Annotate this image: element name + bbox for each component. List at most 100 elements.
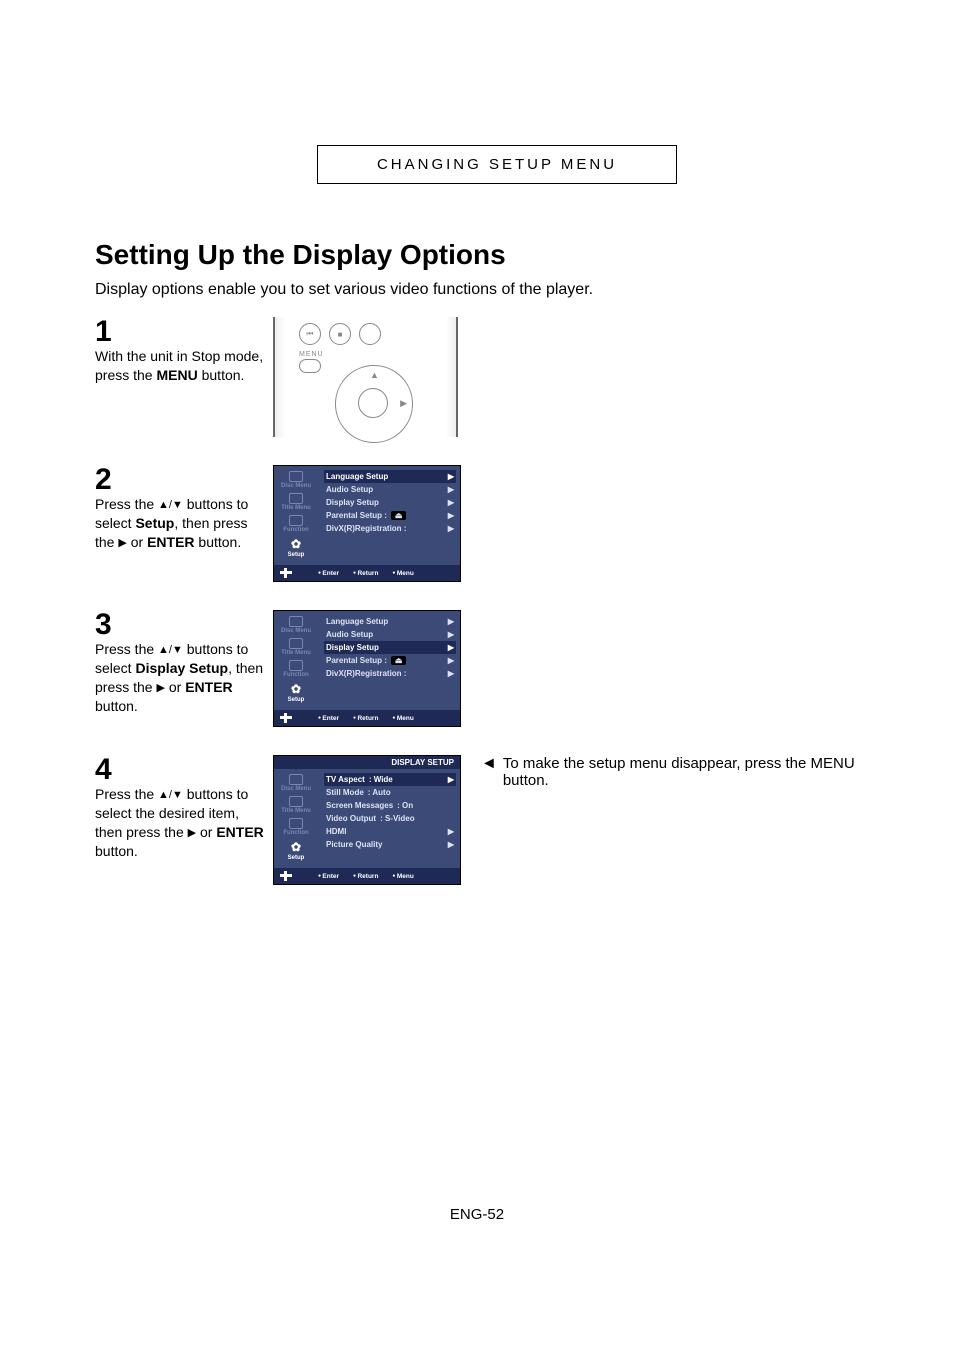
remote-stop-icon: ■ [329,323,351,345]
remote-next-icon [359,323,381,345]
caret-icon: ▶ [448,524,454,533]
side-title-menu: Title Menu [274,637,318,659]
side-setup-label: Setup [288,697,305,703]
intro-text: Display options enable you to set variou… [95,281,899,299]
osd-screen-4: DISPLAY SETUP Disc Menu Title Menu Funct… [273,755,461,885]
dpad-up-icon: ▲ [370,370,379,380]
step-1-text: With the unit in Stop mode, press the ME… [95,347,265,385]
l: Parental Setup : [326,656,387,665]
side-function: Function [274,514,318,536]
side-function: Function [274,659,318,681]
footer-enter: Enter [318,715,339,722]
row-video-output: Video Output: S-Video [324,812,456,825]
osd-list: Language Setup▶ Audio Setup▶ Display Set… [318,466,460,565]
title-icon [289,493,303,504]
side-disc-menu: Disc Menu [274,773,318,795]
row-audio-setup: Audio Setup▶ [324,628,456,641]
side-disc-menu: Disc Menu [274,615,318,637]
footer-menu: Menu [392,715,413,722]
footer-enter: Enter [318,570,339,577]
side-func-label: Function [283,672,308,678]
side-setup-label: Setup [288,552,305,558]
remote-illustration: ⏮ ■ MENU ▲ ▶ [273,317,458,437]
caret-icon: ▶ [448,511,454,520]
chapter-header: CHANGING SETUP MENU [317,145,677,184]
l: TV Aspect [326,775,365,784]
l: DivX(R)Registration : [326,524,406,533]
t: or [165,679,185,695]
function-icon [289,515,303,526]
footer-return: Return [353,570,378,577]
osd-sidebar: Disc Menu Title Menu Function ✿Setup [274,769,318,868]
caret-icon: ▶ [448,498,454,507]
footer-return: Return [353,873,378,880]
row-tv-aspect: TV Aspect : Wide ▶ [324,773,456,786]
step-3: 3 Press the ▲/▼ buttons to select Displa… [95,610,899,727]
up-glyph-icon: ▲ [158,788,169,803]
caret-icon: ▶ [448,472,454,481]
side-setup-label: Setup [288,855,305,861]
up-glyph-icon: ▲ [158,498,169,513]
osd-list: Language Setup▶ Audio Setup▶ Display Set… [318,611,460,710]
t: Press the [95,496,158,512]
footer-return: Return [353,715,378,722]
l: Parental Setup : [326,511,387,520]
v: : Wide [369,775,393,784]
side-setup: ✿Setup [274,681,318,706]
b: Setup [135,515,174,531]
gear-icon: ✿ [289,537,303,551]
b: ENTER [216,824,263,840]
row-divx-reg: DivX(R)Registration : ▶ [324,522,456,535]
v: : Auto [368,788,391,797]
caret-icon: ▶ [448,643,454,652]
t: button. [95,843,138,859]
osd-footer: Enter Return Menu [274,565,460,581]
note-text: To make the setup menu disappear, press … [503,755,899,789]
l: Picture Quality [326,840,382,849]
side-func-label: Function [283,830,308,836]
l: Audio Setup [326,630,373,639]
gear-icon: ✿ [289,840,303,854]
side-title-menu: Title Menu [274,492,318,514]
title-icon [289,638,303,649]
row-display-setup: Display Setup▶ [324,641,456,654]
disc-icon [289,471,303,482]
row-display-setup: Display Setup▶ [324,496,456,509]
l: Audio Setup [326,485,373,494]
t: Press the [95,641,158,657]
step-2-text: Press the ▲/▼ buttons to select Setup, t… [95,495,265,552]
gear-icon: ✿ [289,682,303,696]
l: HDMI [326,827,346,836]
caret-icon: ▶ [448,840,454,849]
caret-icon: ▶ [448,827,454,836]
row-picture-quality: Picture Quality ▶ [324,838,456,851]
side-disc-menu: Disc Menu [274,470,318,492]
t: or [196,824,216,840]
caret-icon: ▶ [448,617,454,626]
caret-icon: ▶ [448,775,454,784]
l: Screen Messages [326,801,393,810]
t: button. [95,698,138,714]
caret-icon: ▶ [448,669,454,678]
v: : On [397,801,413,810]
nav-cross-icon [280,871,292,881]
step-3-text: Press the ▲/▼ buttons to select Display … [95,640,265,716]
step-4-text: Press the ▲/▼ buttons to select the desi… [95,785,265,861]
page-number: ENG-52 [0,1206,954,1223]
side-setup: ✿Setup [274,536,318,561]
side-title-menu: Title Menu [274,795,318,817]
row-screen-messages: Screen Messages : On [324,799,456,812]
footer-menu: Menu [392,873,413,880]
remote-prev-icon: ⏮ [299,323,321,345]
step-1: 1 With the unit in Stop mode, press the … [95,317,899,437]
b: ENTER [185,679,232,695]
footer-menu: Menu [392,570,413,577]
right-glyph-icon: ▶ [188,826,196,841]
function-icon [289,818,303,829]
step-1-number: 1 [95,317,265,347]
page-title: Setting Up the Display Options [95,239,899,271]
step-4-note: ◄ To make the setup menu disappear, pres… [461,755,899,789]
dpad-right-icon: ▶ [400,398,407,409]
row-audio-setup: Audio Setup▶ [324,483,456,496]
side-disc-label: Disc Menu [281,786,311,792]
